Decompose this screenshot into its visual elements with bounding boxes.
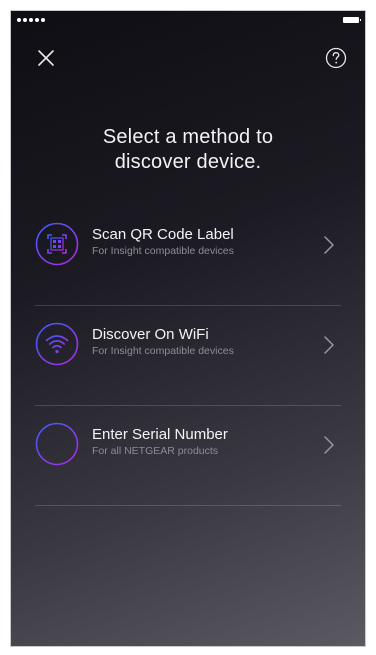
method-list: Scan QR Code Label For Insight compatibl… — [35, 206, 341, 506]
battery-icon — [343, 17, 361, 23]
chevron-right-icon — [324, 236, 334, 254]
method-subtitle: For all NETGEAR products — [92, 445, 219, 457]
close-icon — [38, 50, 54, 66]
method-subtitle: For Insight compatible devices — [92, 345, 234, 357]
method-item-scan-qr[interactable]: Scan QR Code Label For Insight compatibl… — [35, 206, 341, 306]
qr-scan-icon — [35, 222, 79, 266]
method-subtitle: For Insight compatible devices — [92, 245, 234, 257]
method-text: Scan QR Code Label For Insight compatibl… — [92, 226, 234, 258]
wifi-icon — [35, 322, 79, 366]
signal-dots-icon — [17, 18, 45, 22]
page-title-line-1: Select a method to — [102, 126, 274, 148]
method-title: Discover On WiFi — [92, 326, 209, 343]
page-title: Select a method to discover device. — [11, 125, 365, 175]
chevron-right-icon — [324, 336, 334, 354]
status-bar — [11, 11, 365, 33]
close-button[interactable] — [33, 45, 59, 71]
help-button[interactable] — [323, 45, 349, 71]
chevron-right-icon — [324, 436, 334, 454]
method-text: Enter Serial Number For all NETGEAR prod… — [92, 426, 228, 458]
method-item-enter-serial[interactable]: Enter Serial Number For all NETGEAR prod… — [35, 406, 341, 506]
help-icon — [325, 47, 347, 69]
app-screen: Select a method to discover device. Scan… — [10, 10, 366, 647]
method-title: Scan QR Code Label — [92, 226, 234, 243]
hash-icon — [35, 422, 79, 466]
method-item-discover-wifi[interactable]: Discover On WiFi For Insight compatible … — [35, 306, 341, 406]
page-title-line-2: discover device. — [114, 151, 262, 173]
method-text: Discover On WiFi For Insight compatible … — [92, 326, 234, 358]
method-title: Enter Serial Number — [92, 426, 228, 443]
